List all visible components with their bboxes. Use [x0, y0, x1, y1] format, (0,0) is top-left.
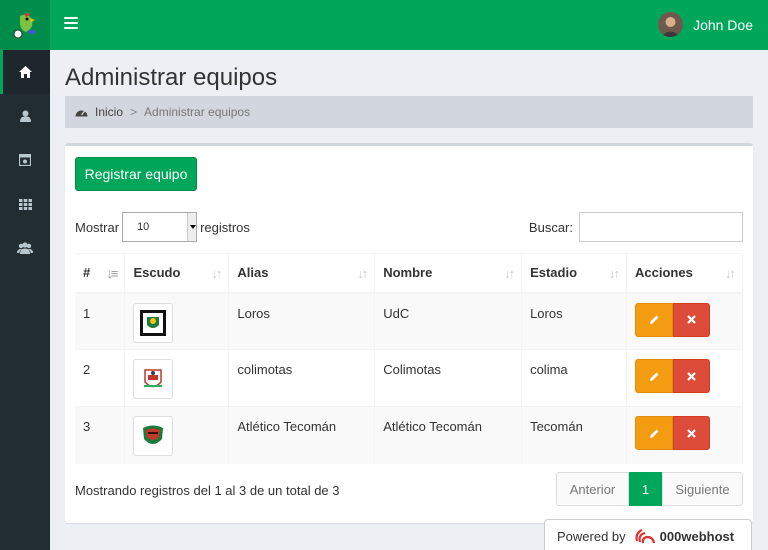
webhost-logo-icon	[635, 528, 655, 544]
table-row: 2 colimotas Colimotas colima	[75, 349, 743, 407]
cell-estadio: colima	[521, 349, 627, 407]
sidebar	[0, 50, 50, 550]
page-length-value: 10	[137, 221, 150, 233]
avatar	[658, 12, 684, 37]
column-header-nombre[interactable]: Nombre ↓↑	[374, 253, 523, 294]
sort-icon: ↓↑	[609, 266, 620, 281]
parrot-logo-icon	[13, 13, 36, 39]
table-info: Mostrando registros del 1 al 3 de un tot…	[75, 483, 340, 498]
grid-icon	[18, 198, 32, 210]
search-label: Buscar:	[528, 219, 573, 235]
breadcrumb-home-label: Inicio	[95, 105, 124, 119]
page-title: Administrar equipos	[65, 64, 278, 91]
pagination-previous[interactable]: Anterior	[556, 472, 629, 506]
breadcrumb-home[interactable]: Inicio	[75, 105, 123, 119]
delete-button[interactable]	[673, 416, 710, 450]
sort-icon: ↓↑	[725, 266, 736, 281]
show-label: Mostrar	[75, 219, 120, 235]
sidebar-item-teams[interactable]	[0, 138, 50, 182]
pagination-page[interactable]: 1	[629, 472, 662, 506]
column-header-num[interactable]: # ↓≡	[75, 253, 126, 294]
team-shield-image	[133, 302, 174, 343]
cell-estadio: Loros	[521, 292, 627, 350]
cell-estadio: Tecomán	[521, 406, 627, 464]
pagination: Anterior 1 Siguiente	[556, 472, 743, 506]
sidebar-item-home[interactable]	[0, 50, 50, 94]
team-shield-image	[133, 416, 174, 456]
top-navbar: John Doe	[0, 0, 768, 50]
cell-num: 2	[75, 349, 126, 407]
cell-alias: colimotas	[228, 349, 376, 407]
delete-button[interactable]	[673, 302, 710, 337]
users-icon	[17, 242, 33, 254]
cell-nombre: UdC	[374, 292, 523, 350]
column-header-alias[interactable]: Alias ↓↑	[228, 253, 376, 294]
table-row: 1 Loros UdC Loros	[75, 292, 743, 350]
page-length-select[interactable]: 10	[122, 212, 198, 242]
close-icon	[687, 371, 696, 381]
user-menu[interactable]: John Doe	[658, 12, 753, 37]
powered-by-badge[interactable]: Powered by 000webhost	[544, 519, 752, 550]
column-header-estadio[interactable]: Estadio ↓↑	[521, 253, 627, 294]
pencil-icon	[649, 372, 658, 381]
breadcrumb-current: Administrar equipos	[144, 105, 251, 119]
sidebar-item-grid[interactable]	[0, 182, 50, 226]
cell-alias: Atlético Tecomán	[228, 406, 376, 464]
delete-button[interactable]	[673, 359, 710, 393]
user-name: John Doe	[693, 16, 753, 33]
column-header-acciones[interactable]: Acciones ↓↑	[626, 253, 743, 294]
sort-icon: ↓↑	[504, 266, 515, 281]
powered-label: Powered by	[557, 528, 626, 544]
breadcrumb: Inicio > Administrar equipos	[65, 96, 753, 128]
app-logo[interactable]	[0, 0, 50, 50]
sort-icon: ↓↑	[357, 266, 368, 281]
records-label: registros	[200, 219, 250, 235]
chevron-down-icon	[187, 213, 197, 241]
team-badge-icon	[19, 154, 31, 166]
register-team-button[interactable]: Registrar equipo	[75, 157, 197, 191]
sort-desc-icon: ↓≡	[106, 266, 118, 281]
sidebar-item-groups[interactable]	[0, 226, 50, 270]
powered-brand: 000webhost	[659, 528, 735, 544]
home-icon	[18, 66, 32, 78]
breadcrumb-separator: >	[130, 105, 138, 119]
column-header-escudo[interactable]: Escudo ↓↑	[124, 253, 230, 294]
cell-nombre: Colimotas	[374, 349, 523, 407]
menu-toggle-icon[interactable]	[64, 17, 78, 29]
search-control: Buscar:	[529, 212, 743, 242]
search-input[interactable]	[579, 212, 743, 242]
user-icon	[19, 110, 31, 122]
cell-alias: Loros	[228, 292, 376, 350]
pencil-icon	[649, 315, 658, 324]
edit-button[interactable]	[635, 416, 673, 450]
table-row: 3 Atlético Tecomán Atlético Tecomán Teco…	[75, 406, 743, 464]
sidebar-item-user[interactable]	[0, 94, 50, 138]
cell-num: 3	[75, 406, 126, 464]
cell-nombre: Atlético Tecomán	[374, 406, 523, 464]
teams-table: # ↓≡ Escudo ↓↑ Alias ↓↑ Nombre ↓↑ Estadio ↓↑ …	[75, 253, 743, 464]
pagination-next[interactable]: Siguiente	[662, 472, 743, 506]
close-icon	[687, 428, 696, 438]
pencil-icon	[649, 429, 658, 438]
edit-button[interactable]	[635, 302, 673, 337]
cell-num: 1	[75, 292, 126, 350]
page-length-control: Mostrar 10 registros	[75, 212, 250, 242]
sort-icon: ↓↑	[211, 266, 222, 281]
dashboard-icon	[75, 110, 88, 117]
edit-button[interactable]	[635, 359, 673, 393]
team-shield-image	[133, 359, 174, 399]
close-icon	[687, 315, 696, 324]
teams-box: Registrar equipo Mostrar 10 registros Bu…	[65, 143, 753, 523]
